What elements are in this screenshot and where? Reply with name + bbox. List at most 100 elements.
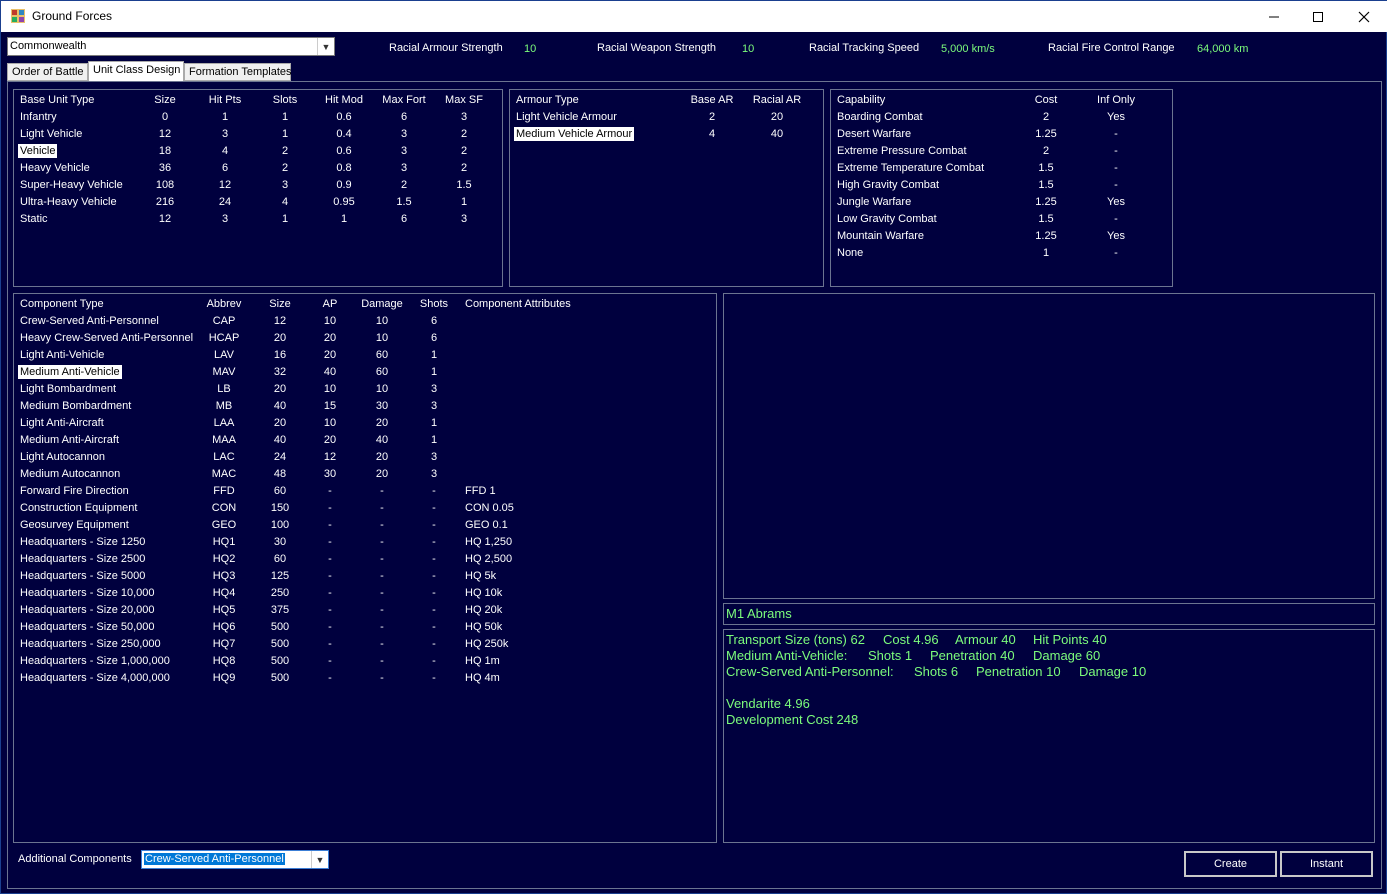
table-row[interactable]: Static 12 3 1 1 6 3 [14, 212, 502, 229]
table-row[interactable]: Headquarters - Size 1,000,000 HQ8 500 - - - HQ… [14, 654, 716, 671]
table-header: Armour Type Base AR Racial AR [510, 93, 823, 110]
table-row[interactable]: Light Vehicle Armour 2 20 [510, 110, 823, 127]
table-row[interactable]: Desert Warfare 1.25 - [831, 127, 1172, 144]
table-cell: 24 [273, 451, 287, 463]
table-row[interactable]: Heavy Crew-Served Anti-Personnel HCAP 20 20… [14, 331, 716, 348]
table-row[interactable]: Boarding Combat 2 Yes [831, 110, 1172, 127]
design-name-field[interactable]: M1 Abrams [723, 603, 1375, 625]
table-row[interactable]: Construction Equipment CON 150 - - - CON 0.05 [14, 501, 716, 518]
column-header[interactable]: Hit Mod [325, 93, 363, 107]
chevron-down-icon[interactable]: ▼ [317, 38, 334, 55]
column-header[interactable]: Shots [420, 297, 448, 311]
race-select[interactable]: Commonwealth ▼ [7, 37, 335, 56]
create-button[interactable]: Create [1183, 850, 1278, 878]
table-cell: 2 [460, 162, 468, 174]
table-cell: 20 [323, 332, 337, 344]
table-cell: - [328, 553, 332, 565]
table-cell: 1 [430, 417, 438, 429]
table-row[interactable]: Headquarters - Size 2500 HQ2 60 - - - HQ 2,500 [14, 552, 716, 569]
column-header[interactable]: Size [154, 93, 175, 107]
column-header[interactable]: Size [269, 297, 290, 311]
column-header[interactable]: Cost [1035, 93, 1058, 107]
tab-unit-class-design[interactable]: Unit Class Design [88, 61, 184, 82]
table-row[interactable]: Forward Fire Direction FFD 60 - - - FFD 1 [14, 484, 716, 501]
table-cell: 2 [708, 111, 716, 123]
column-header[interactable]: Base Unit Type [20, 93, 94, 107]
additional-components-select[interactable]: Crew-Served Anti-Personnel ▼ [141, 850, 329, 869]
title-bar[interactable]: Ground Forces [1, 1, 1387, 32]
column-header[interactable]: Hit Pts [209, 93, 241, 107]
column-header[interactable]: Max Fort [382, 93, 425, 107]
column-header[interactable]: Racial AR [753, 93, 801, 107]
column-header[interactable]: Damage [361, 297, 403, 311]
table-row[interactable]: Super-Heavy Vehicle 108 12 3 0.9 2 1.5 [14, 178, 502, 195]
close-button[interactable] [1341, 1, 1387, 32]
column-header[interactable]: Abbrev [207, 297, 242, 311]
table-row[interactable]: Headquarters - Size 1250 HQ1 30 - - - HQ 1,250 [14, 535, 716, 552]
table-cell: 1.25 [1035, 230, 1057, 242]
column-header[interactable]: Component Attributes [465, 297, 571, 311]
table-cell: 2 [1042, 111, 1050, 123]
column-header[interactable]: Capability [837, 93, 885, 107]
table-row[interactable]: Medium Anti-Aircraft MAA 40 20 40 1 [14, 433, 716, 450]
table-cell: Headquarters - Size 250,000 [20, 638, 161, 650]
table-row[interactable]: High Gravity Combat 1.5 - [831, 178, 1172, 195]
table-row[interactable]: Headquarters - Size 10,000 HQ4 250 - - - HQ 10… [14, 586, 716, 603]
table-cell: 1 [1042, 247, 1050, 259]
instant-button[interactable]: Instant [1279, 850, 1374, 878]
table-cell: - [432, 604, 436, 616]
table-row[interactable]: Headquarters - Size 50,000 HQ6 500 - - - HQ 50… [14, 620, 716, 637]
table-row[interactable]: Vehicle 18 4 2 0.6 3 2 [14, 144, 502, 161]
base-unit-type-list[interactable]: Base Unit Type Size Hit Pts Slots Hit Mod Max… [13, 89, 503, 287]
column-header[interactable]: Slots [273, 93, 297, 107]
maximize-button[interactable] [1295, 1, 1341, 32]
table-header: Base Unit Type Size Hit Pts Slots Hit Mod Max… [14, 93, 502, 110]
table-row[interactable]: Light Anti-Aircraft LAA 20 10 20 1 [14, 416, 716, 433]
table-cell: - [432, 553, 436, 565]
table-row[interactable]: Heavy Vehicle 36 6 2 0.8 3 2 [14, 161, 502, 178]
armour-type-list[interactable]: Armour Type Base AR Racial AR Light Vehicle… [509, 89, 824, 287]
table-row[interactable]: Jungle Warfare 1.25 Yes [831, 195, 1172, 212]
table-row[interactable]: Geosurvey Equipment GEO 100 - - - GEO 0.1 [14, 518, 716, 535]
minimize-button[interactable] [1251, 1, 1297, 32]
table-row[interactable]: Medium Bombardment MB 40 15 30 3 [14, 399, 716, 416]
column-header[interactable]: Max SF [445, 93, 483, 107]
table-row[interactable]: Headquarters - Size 20,000 HQ5 375 - - - HQ 20… [14, 603, 716, 620]
table-cell: Light Autocannon [20, 451, 106, 463]
table-row[interactable]: Medium Anti-Vehicle MAV 32 40 60 1 [14, 365, 716, 382]
table-cell: 125 [270, 570, 290, 582]
table-cell: 500 [270, 672, 290, 684]
table-row[interactable]: Extreme Temperature Combat 1.5 - [831, 161, 1172, 178]
design-name: M1 Abrams [726, 606, 792, 621]
column-header[interactable]: AP [323, 297, 338, 311]
table-cell: 3 [281, 179, 289, 191]
tab-order-of-battle[interactable]: Order of Battle [7, 63, 88, 81]
capability-list[interactable]: Capability Cost Inf Only Boarding Combat 2 Ye… [830, 89, 1173, 287]
table-row[interactable]: Infantry 0 1 1 0.6 6 3 [14, 110, 502, 127]
column-header[interactable]: Inf Only [1097, 93, 1135, 107]
table-row[interactable]: Light Anti-Vehicle LAV 16 20 60 1 [14, 348, 716, 365]
chevron-down-icon[interactable]: ▼ [311, 851, 328, 868]
table-row[interactable]: Headquarters - Size 5000 HQ3 125 - - - HQ 5k [14, 569, 716, 586]
table-row[interactable]: Headquarters - Size 4,000,000 HQ9 500 - - - HQ… [14, 671, 716, 688]
table-cell: Geosurvey Equipment [20, 519, 129, 531]
table-row[interactable]: Headquarters - Size 250,000 HQ7 500 - - - HQ 2… [14, 637, 716, 654]
table-row[interactable]: Light Vehicle 12 3 1 0.4 3 2 [14, 127, 502, 144]
table-row[interactable]: Crew-Served Anti-Personnel CAP 12 10 10 6 [14, 314, 716, 331]
racial-tracking-label: Racial Tracking Speed [809, 42, 920, 54]
table-row[interactable]: Low Gravity Combat 1.5 - [831, 212, 1172, 229]
table-row[interactable]: Light Bombardment LB 20 10 10 3 [14, 382, 716, 399]
column-header[interactable]: Armour Type [516, 93, 579, 107]
column-header[interactable]: Component Type [20, 297, 104, 311]
table-row[interactable]: None 1 - [831, 246, 1172, 263]
column-header[interactable]: Base AR [691, 93, 734, 107]
table-cell: - [380, 553, 384, 565]
table-row[interactable]: Medium Autocannon MAC 48 30 20 3 [14, 467, 716, 484]
table-row[interactable]: Extreme Pressure Combat 2 - [831, 144, 1172, 161]
table-row[interactable]: Mountain Warfare 1.25 Yes [831, 229, 1172, 246]
table-row[interactable]: Medium Vehicle Armour 4 40 [510, 127, 823, 144]
tab-formation-templates[interactable]: Formation Templates [184, 63, 292, 81]
table-row[interactable]: Ultra-Heavy Vehicle 216 24 4 0.95 1.5 1 [14, 195, 502, 212]
table-row[interactable]: Light Autocannon LAC 24 12 20 3 [14, 450, 716, 467]
component-type-list[interactable]: Component Type Abbrev Size AP Damage Shots Com… [13, 293, 717, 843]
